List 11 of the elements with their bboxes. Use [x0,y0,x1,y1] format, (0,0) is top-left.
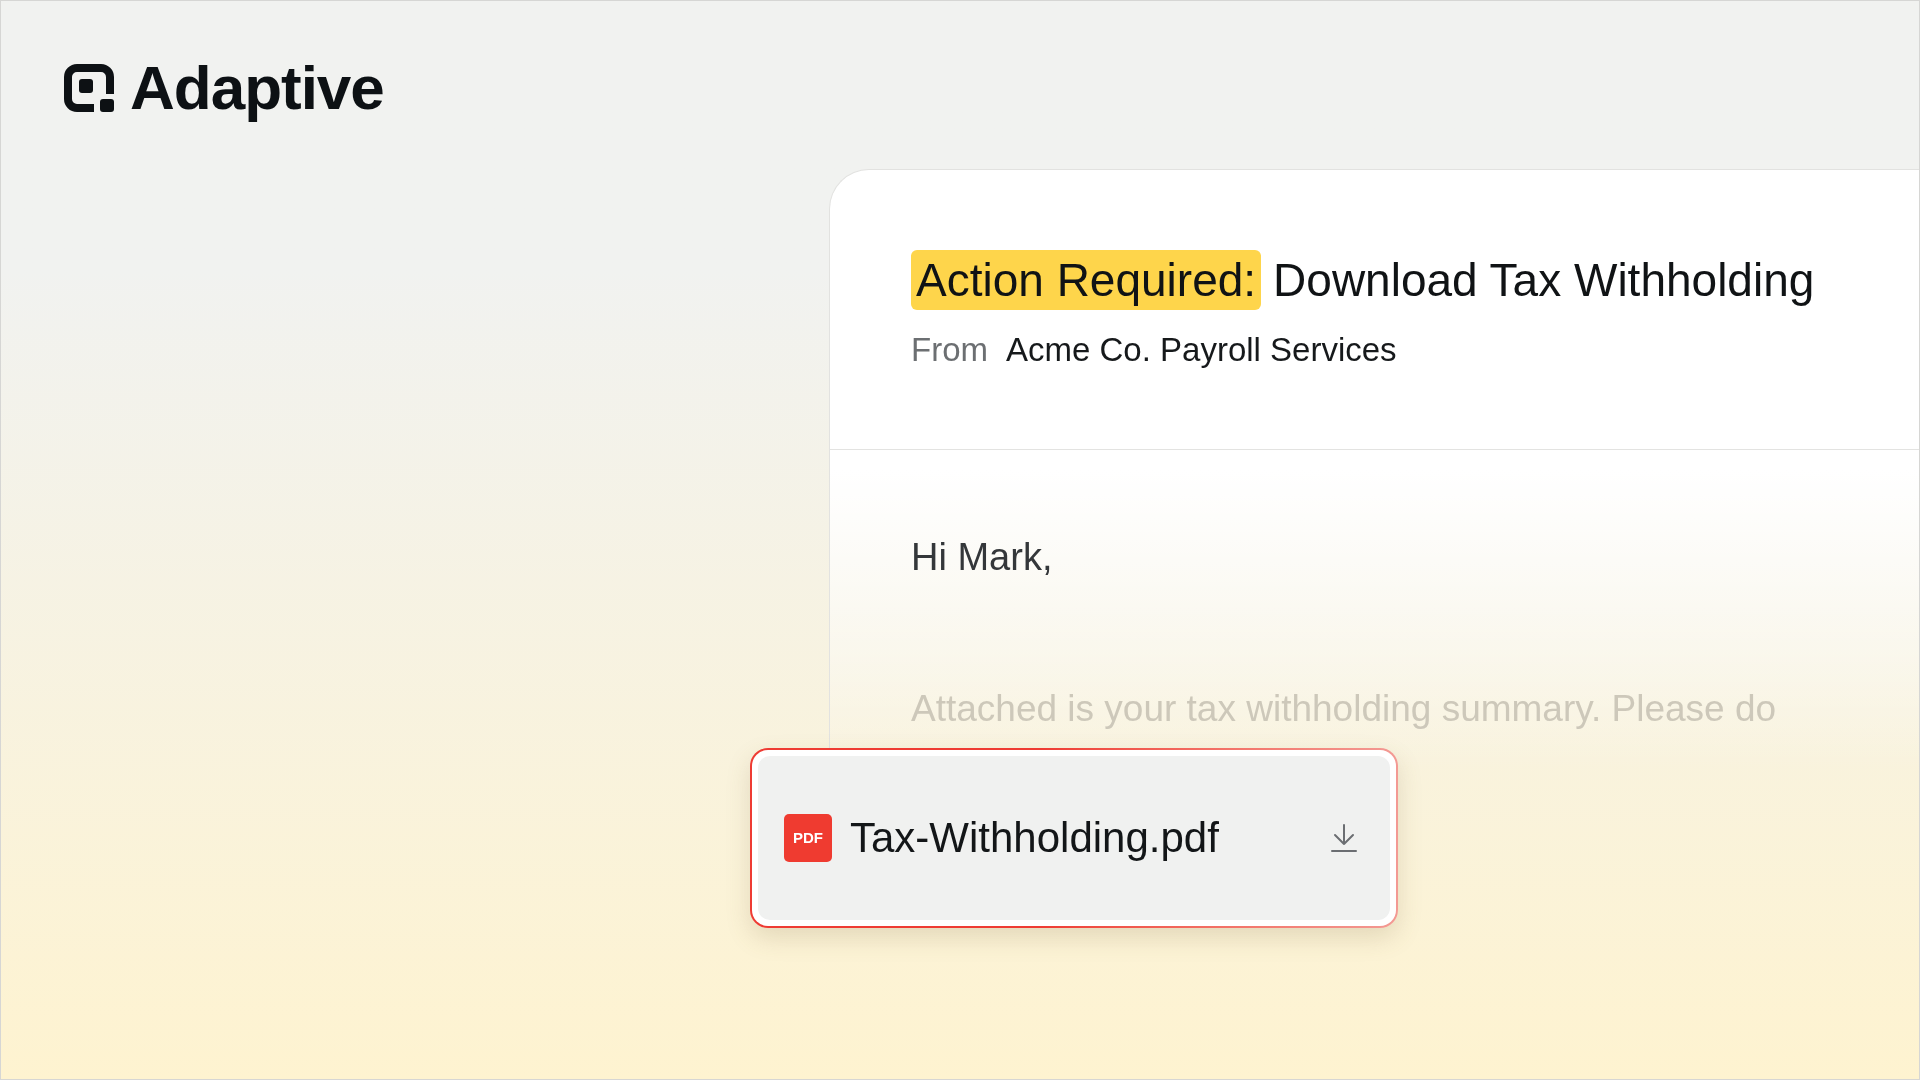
logo-icon [64,64,114,112]
attachment-filename: Tax-Withholding.pdf [850,813,1219,863]
file-type-label: PDF [784,814,832,862]
from-label: From [911,330,988,370]
attachment-card[interactable]: PDF Tax-Withholding.pdf [750,748,1398,928]
email-greeting: Hi Mark, [911,535,1053,580]
email-subject: Download Tax Withholding [1273,253,1815,308]
sender-name: Acme Co. Payroll Services [1006,330,1397,370]
brand-name: Adaptive [130,55,384,121]
download-icon[interactable] [1330,823,1358,853]
subject-highlight: Action Required: [911,250,1262,310]
